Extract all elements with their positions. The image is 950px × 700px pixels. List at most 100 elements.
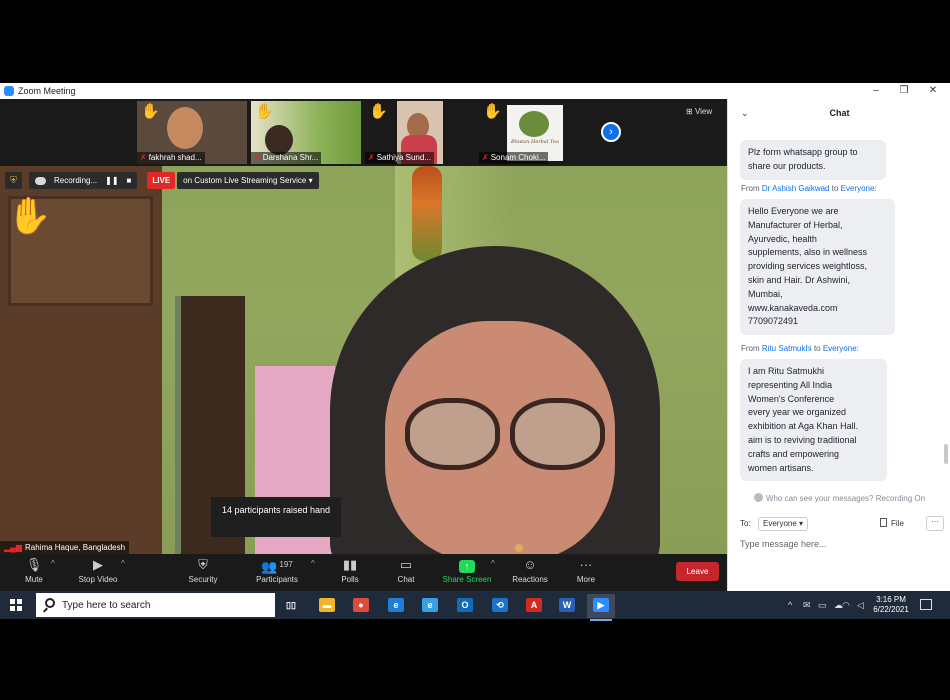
participant-name: Darshana Shr... xyxy=(262,153,319,162)
screen: Zoom Meeting – ❐ ✕ ✋ ✗ fakhrah shad... ✋ … xyxy=(0,0,950,700)
raised-hand-icon: ✋ xyxy=(255,103,274,120)
chrome-taskbar-button[interactable]: ● xyxy=(347,594,375,618)
battery-icon[interactable]: ▭ xyxy=(818,600,827,611)
chat-more-button[interactable]: ··· xyxy=(926,516,944,531)
audio-options-caret-icon[interactable]: ^ xyxy=(51,559,55,568)
message-sender-line: From Ritu Satmukhi to Everyone: xyxy=(741,344,859,353)
share-screen-label: Share Screen xyxy=(442,575,492,584)
next-page-button[interactable]: › xyxy=(601,122,621,142)
share-screen-button[interactable]: ↑ Share Screen xyxy=(441,557,493,584)
taskbar-clock[interactable]: 3:16 PM 6/22/2021 xyxy=(868,595,914,615)
windows-start-icon[interactable] xyxy=(10,599,22,611)
polls-button[interactable]: ▮▮ Polls xyxy=(337,557,363,584)
sender-name[interactable]: Ritu Satmukhi xyxy=(762,344,812,353)
participant-name: Sonam Choki... xyxy=(490,153,546,162)
participants-label: Participants xyxy=(256,575,298,584)
windows-taskbar: ▯▯▬●eeO⟲AW▶ ^ ✉ ▭ ☁ ◠ ◁ 3:16 PM 6/22/202… xyxy=(0,591,950,621)
notification-center-icon[interactable] xyxy=(920,599,932,610)
participant-strip: ✋ ✗ fakhrah shad... ✋ ✗ Darshana Shr... ✋ … xyxy=(0,99,727,166)
chevron-down-icon: ▾ xyxy=(799,519,804,528)
cloud-icon xyxy=(35,176,46,185)
reactions-button[interactable]: ☺ Reactions xyxy=(510,557,550,584)
tray-chevron-up-icon[interactable]: ^ xyxy=(788,600,792,610)
muted-mic-icon: ✗ xyxy=(482,153,489,162)
participants-options-caret-icon[interactable]: ^ xyxy=(311,559,315,568)
file-icon xyxy=(880,518,887,527)
info-icon xyxy=(753,493,763,502)
participant-thumbnail[interactable]: ✋ ✗ fakhrah shad... xyxy=(137,101,247,164)
recipient-name[interactable]: Everyone: xyxy=(841,184,877,193)
stop-video-label: Stop Video xyxy=(78,575,118,584)
polls-label: Polls xyxy=(341,575,359,584)
speaker-icon[interactable]: ◁ xyxy=(857,600,864,611)
maximize-button[interactable]: ❐ xyxy=(889,83,919,99)
video-camera-icon: ▶ xyxy=(93,557,103,572)
live-stream-menu[interactable]: on Custom Live Streaming Service ▾ xyxy=(177,172,319,189)
acrobat-icon: A xyxy=(526,598,542,612)
taskbar-search[interactable] xyxy=(36,593,275,617)
active-speaker-video: ⛨ Recording... ❚❚ ■ LIVE on Custom Live … xyxy=(0,166,727,554)
nose-pin xyxy=(515,544,523,552)
participant-name: Sathiya Sund... xyxy=(376,153,431,162)
zoom-app-icon xyxy=(4,86,14,96)
shield-icon[interactable]: ⛨ xyxy=(5,172,22,189)
zoom-icon: ▶ xyxy=(593,598,609,612)
zoom-taskbar-button[interactable]: ▶ xyxy=(587,594,615,621)
participant-thumbnail[interactable]: ✋ ✗ Sathiya Sund... xyxy=(365,101,475,164)
speaker-name: Rahima Haque, Bangladesh xyxy=(24,543,126,552)
leave-button[interactable]: Leave xyxy=(676,562,719,581)
taskbar-search-input[interactable] xyxy=(62,593,267,617)
ellipsis-icon: ··· xyxy=(579,557,593,572)
acrobat-taskbar-button[interactable]: A xyxy=(520,594,548,618)
chat-label: Chat xyxy=(397,575,415,584)
participants-button[interactable]: 👥 197 Participants xyxy=(253,557,301,584)
minimize-button[interactable]: – xyxy=(861,83,891,99)
chat-title: Chat xyxy=(829,108,850,118)
word-taskbar-button[interactable]: W xyxy=(553,594,581,618)
internet-explorer-icon: e xyxy=(422,598,438,612)
share-options-caret-icon[interactable]: ^ xyxy=(491,559,495,568)
wifi-icon[interactable]: ◠ xyxy=(842,600,850,611)
glasses-left-lens xyxy=(405,398,500,470)
participant-thumbnail[interactable]: ✋ ✗ Darshana Shr... xyxy=(251,101,361,164)
recipient-select[interactable]: Everyone ▾ xyxy=(758,517,809,531)
view-label: View xyxy=(694,107,713,116)
participant-thumbnail[interactable]: Bhutan Herbal Tea ✋ ✗ Sonam Choki... xyxy=(479,101,589,164)
edge-taskbar-button[interactable]: e xyxy=(382,594,410,618)
teamviewer-taskbar-button[interactable]: ⟲ xyxy=(486,594,514,618)
window-titlebar: Zoom Meeting – ❐ ✕ xyxy=(0,83,950,99)
live-badge: LIVE xyxy=(147,172,176,189)
close-window-button[interactable]: ✕ xyxy=(918,83,948,99)
to-label: To: xyxy=(740,519,751,528)
outlook-taskbar-button[interactable]: O xyxy=(451,594,479,618)
chat-scrollbar[interactable] xyxy=(944,444,948,464)
mute-button[interactable]: 🎙 Mute xyxy=(20,557,48,584)
pause-recording-button[interactable]: ❚❚ xyxy=(105,172,118,189)
scene-flowers xyxy=(412,166,442,261)
file-button[interactable]: File xyxy=(880,518,904,528)
microphone-icon: 🎙 xyxy=(25,557,43,572)
reactions-label: Reactions xyxy=(512,575,548,584)
chrome-icon: ● xyxy=(353,598,369,612)
participants-icon: 👥 xyxy=(261,559,278,574)
view-button[interactable]: ⊞ View xyxy=(686,107,712,116)
chat-button[interactable]: ▭ Chat xyxy=(393,557,419,584)
internet-explorer-taskbar-button[interactable]: e xyxy=(416,594,444,618)
clock-date: 6/22/2021 xyxy=(873,605,909,614)
chat-message-input[interactable] xyxy=(740,537,940,551)
mail-tray-icon[interactable]: ✉ xyxy=(803,600,811,611)
privacy-note[interactable]: Who can see your messages? Recording On xyxy=(728,493,950,503)
video-options-caret-icon[interactable]: ^ xyxy=(121,559,125,568)
stop-recording-button[interactable]: ■ xyxy=(127,172,132,189)
stop-video-button[interactable]: ▶ Stop Video xyxy=(75,557,121,584)
chat-message: Plz form whatsapp group to share our pro… xyxy=(740,140,886,180)
recipient-name[interactable]: Everyone: xyxy=(823,344,859,353)
tea-cup-logo xyxy=(519,111,549,137)
security-button[interactable]: ⛨ Security xyxy=(185,557,221,584)
more-button[interactable]: ··· More xyxy=(573,557,599,584)
raised-hand-icon: ✋ xyxy=(369,103,388,120)
sender-name[interactable]: Dr Ashish Gaikwad xyxy=(762,184,830,193)
file-explorer-taskbar-button[interactable]: ▬ xyxy=(313,594,341,618)
glasses-right-lens xyxy=(510,398,605,470)
task-view-taskbar-button[interactable]: ▯▯ xyxy=(277,594,305,618)
